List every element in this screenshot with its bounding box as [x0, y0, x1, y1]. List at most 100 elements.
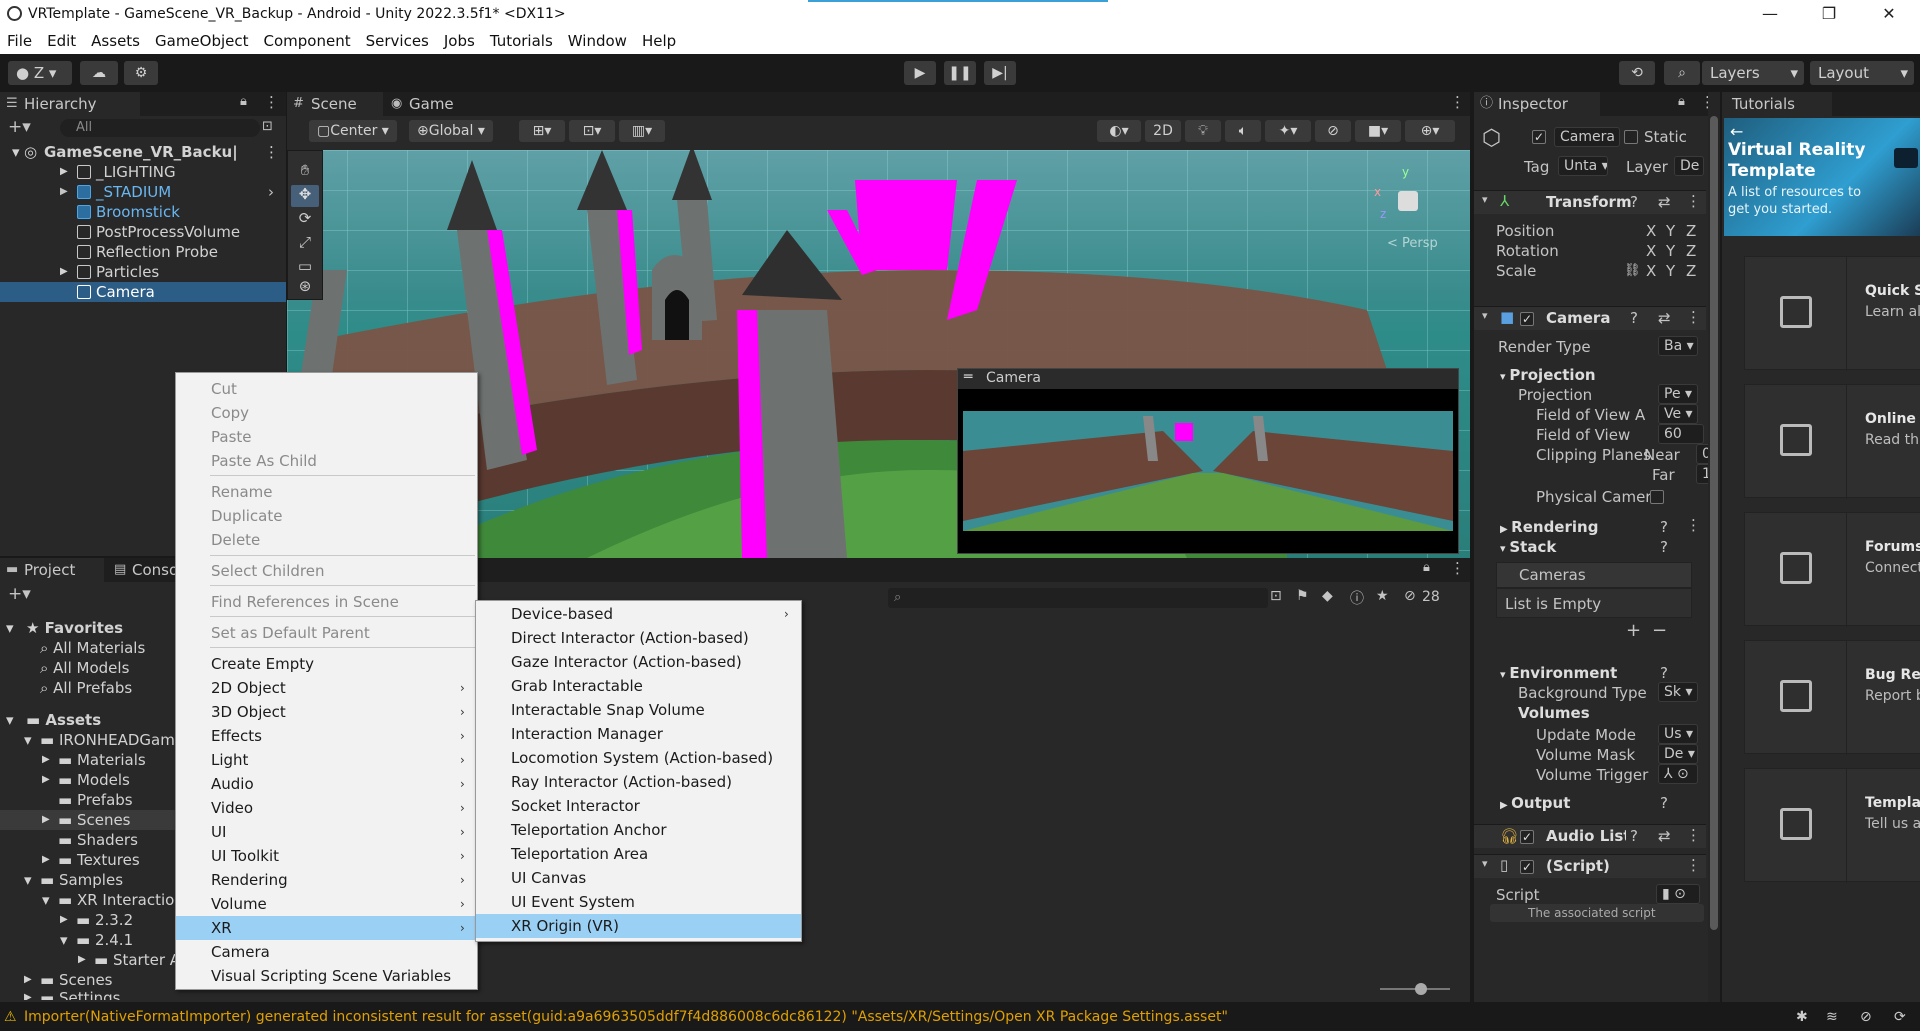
back-arrow-icon[interactable]: ←	[1730, 122, 1743, 141]
cache-icon[interactable]: ≋	[1826, 1004, 1838, 1031]
menu-item-xr[interactable]: XR ›	[176, 916, 477, 940]
fov-axis-dropdown[interactable]: Ve ▾	[1658, 404, 1698, 424]
filter-label-icon[interactable]: ⚑	[1296, 588, 1309, 604]
volume-trigger-field[interactable]: ⅄ ⊙	[1658, 764, 1698, 784]
menu-item-socket-interactor[interactable]: Socket Interactor	[476, 794, 801, 818]
camera-enabled-checkbox[interactable]: ✓	[1520, 312, 1534, 326]
tag-dropdown[interactable]: Unta ▾	[1558, 156, 1608, 176]
menu-item-ui-toolkit[interactable]: UI Toolkit ›	[176, 844, 477, 868]
menu-services[interactable]: Services	[359, 32, 437, 50]
kebab-menu-icon[interactable]: ⋮	[1686, 826, 1701, 844]
menu-item-interaction-manager[interactable]: Interaction Manager	[476, 722, 801, 746]
orientation-gizmo[interactable]: y x z	[1374, 165, 1454, 235]
menu-jobs[interactable]: Jobs	[437, 32, 483, 50]
kebab-menu-icon[interactable]: ⋮	[1450, 559, 1465, 577]
list-item[interactable]: ▶ _STADIUM ›	[0, 182, 286, 202]
inspector-scrollbar[interactable]	[1708, 92, 1720, 1002]
minimize-button[interactable]: —	[1745, 0, 1795, 28]
pivot-dropdown[interactable]: ▢Center ▾	[309, 120, 397, 142]
snap-increment-button[interactable]: ⊡▾	[569, 120, 615, 142]
presets-icon[interactable]: ⇄	[1658, 309, 1671, 327]
chevron-right-icon[interactable]: ›	[268, 182, 274, 202]
mode-2d-button[interactable]: 2D	[1145, 120, 1181, 142]
collab-button[interactable]: ⚙	[124, 61, 158, 85]
menu-item-find-references[interactable]: Find References in Scene	[176, 590, 477, 614]
play-button[interactable]: ▶	[904, 61, 936, 85]
tab-project[interactable]: ▬ Project	[0, 558, 104, 582]
active-checkbox[interactable]: ✓	[1532, 130, 1546, 144]
menu-item-video[interactable]: Video ›	[176, 796, 477, 820]
camera-settings-button[interactable]: ■▾	[1355, 120, 1401, 142]
menu-item-2d-object[interactable]: 2D Object ›	[176, 676, 477, 700]
help-icon[interactable]: ?	[1660, 538, 1668, 556]
hierarchy-search-input[interactable]: All	[60, 119, 260, 137]
menu-tutorials[interactable]: Tutorials	[483, 32, 561, 50]
grid-snap-button[interactable]: ⊞▾	[519, 120, 565, 142]
tab-scene[interactable]: # Scene	[287, 92, 383, 116]
kebab-menu-icon[interactable]: ⋮	[1686, 516, 1701, 534]
output-header[interactable]: ▶ Output	[1500, 792, 1570, 814]
menu-item-rename[interactable]: Rename	[176, 480, 477, 504]
menu-item-create-empty[interactable]: Create Empty	[176, 652, 477, 676]
static-checkbox[interactable]	[1624, 130, 1638, 144]
menu-item-teleportation-anchor[interactable]: Teleportation Anchor	[476, 818, 801, 842]
menu-item-visual-scripting-variables[interactable]: Visual Scripting Scene Variables	[176, 964, 477, 988]
tutorial-card[interactable]: Online D Read th docume	[1744, 384, 1920, 499]
add-icon[interactable]: +	[1626, 620, 1641, 641]
tab-inspector[interactable]: ⓘ Inspector	[1474, 92, 1600, 116]
environment-header[interactable]: ▾ Environment	[1500, 662, 1617, 684]
tab-tutorials[interactable]: Tutorials	[1722, 92, 1832, 116]
lock-icon[interactable]: 🔒︎	[1423, 560, 1430, 575]
gizmos-button[interactable]: ⊕▾	[1405, 120, 1455, 142]
physical-camera-checkbox[interactable]	[1650, 490, 1664, 504]
constrain-link-icon[interactable]: ⛓	[1624, 260, 1641, 282]
menu-item-paste[interactable]: Paste	[176, 425, 477, 449]
menu-item-ui-event-system[interactable]: UI Event System	[476, 890, 801, 914]
pause-button[interactable]: ❚❚	[944, 61, 976, 85]
menu-item-delete[interactable]: Delete	[176, 528, 477, 552]
remove-icon[interactable]: −	[1652, 620, 1667, 641]
help-icon[interactable]: ?	[1660, 518, 1668, 536]
tag-icon[interactable]: ◆	[1322, 588, 1333, 604]
cloud-button[interactable]: ☁	[80, 61, 118, 85]
undo-history-button[interactable]: ⟲	[1619, 61, 1655, 85]
auto-refresh-icon[interactable]: ⊘	[1860, 1004, 1872, 1031]
menu-item-locomotion-system[interactable]: Locomotion System (Action-based)	[476, 746, 801, 770]
menu-item-effects[interactable]: Effects ›	[176, 724, 477, 748]
render-type-dropdown[interactable]: Ba ▾	[1658, 336, 1698, 356]
menu-assets[interactable]: Assets	[84, 32, 148, 50]
menu-item-xr-origin-vr[interactable]: XR Origin (VR)	[476, 914, 801, 938]
menu-item-camera[interactable]: Camera	[176, 940, 477, 964]
menu-file[interactable]: File	[0, 32, 40, 50]
volume-mask-dropdown[interactable]: De ▾	[1658, 744, 1698, 764]
tutorial-card[interactable]: Templa Tell us a experien	[1744, 768, 1920, 883]
info-icon[interactable]: ⓘ	[1350, 588, 1364, 608]
hidden-packages-icon[interactable]: ⊘	[1404, 588, 1416, 604]
scene-visibility-icon[interactable]: ⊡	[262, 119, 273, 134]
script-field[interactable]: ▮ ⊙	[1656, 884, 1700, 904]
help-icon[interactable]: ?	[1660, 664, 1668, 682]
menu-item-teleportation-area[interactable]: Teleportation Area	[476, 842, 801, 866]
status-message[interactable]: Importer(NativeFormatImporter) generated…	[24, 1004, 1784, 1031]
script-enabled-checkbox[interactable]: ✓	[1520, 860, 1534, 874]
lock-icon[interactable]: 🔒︎	[1678, 94, 1685, 109]
close-window-button[interactable]: ✕	[1864, 0, 1914, 28]
perspective-label[interactable]: < Persp	[1387, 236, 1438, 251]
list-item[interactable]: Reflection Probe	[0, 242, 286, 262]
add-asset-icon[interactable]: +▾	[8, 584, 31, 604]
scrollbar-thumb[interactable]	[1710, 116, 1718, 930]
zoom-slider-handle[interactable]	[1415, 983, 1427, 995]
transform-tool-icon[interactable]: ⊛	[291, 277, 319, 299]
menu-item-snap-volume[interactable]: Interactable Snap Volume	[476, 698, 801, 722]
menu-item-paste-as-child[interactable]: Paste As Child	[176, 449, 477, 473]
help-icon[interactable]: ?	[1630, 827, 1638, 845]
kebab-menu-icon[interactable]: ⋮	[1686, 856, 1701, 874]
menu-window[interactable]: Window	[561, 32, 635, 50]
menu-item-select-children[interactable]: Select Children	[176, 559, 477, 583]
kebab-menu-icon[interactable]: ⋮	[1450, 93, 1465, 111]
kebab-menu-icon[interactable]: ⋮	[1686, 308, 1701, 326]
star-icon[interactable]: ★	[1376, 588, 1389, 604]
scene-root-row[interactable]: ▾ ◎ GameScene_VR_Backu| ⋮	[0, 142, 286, 162]
menu-item-audio[interactable]: Audio ›	[176, 772, 477, 796]
projection-dropdown[interactable]: Pe ▾	[1658, 384, 1698, 404]
